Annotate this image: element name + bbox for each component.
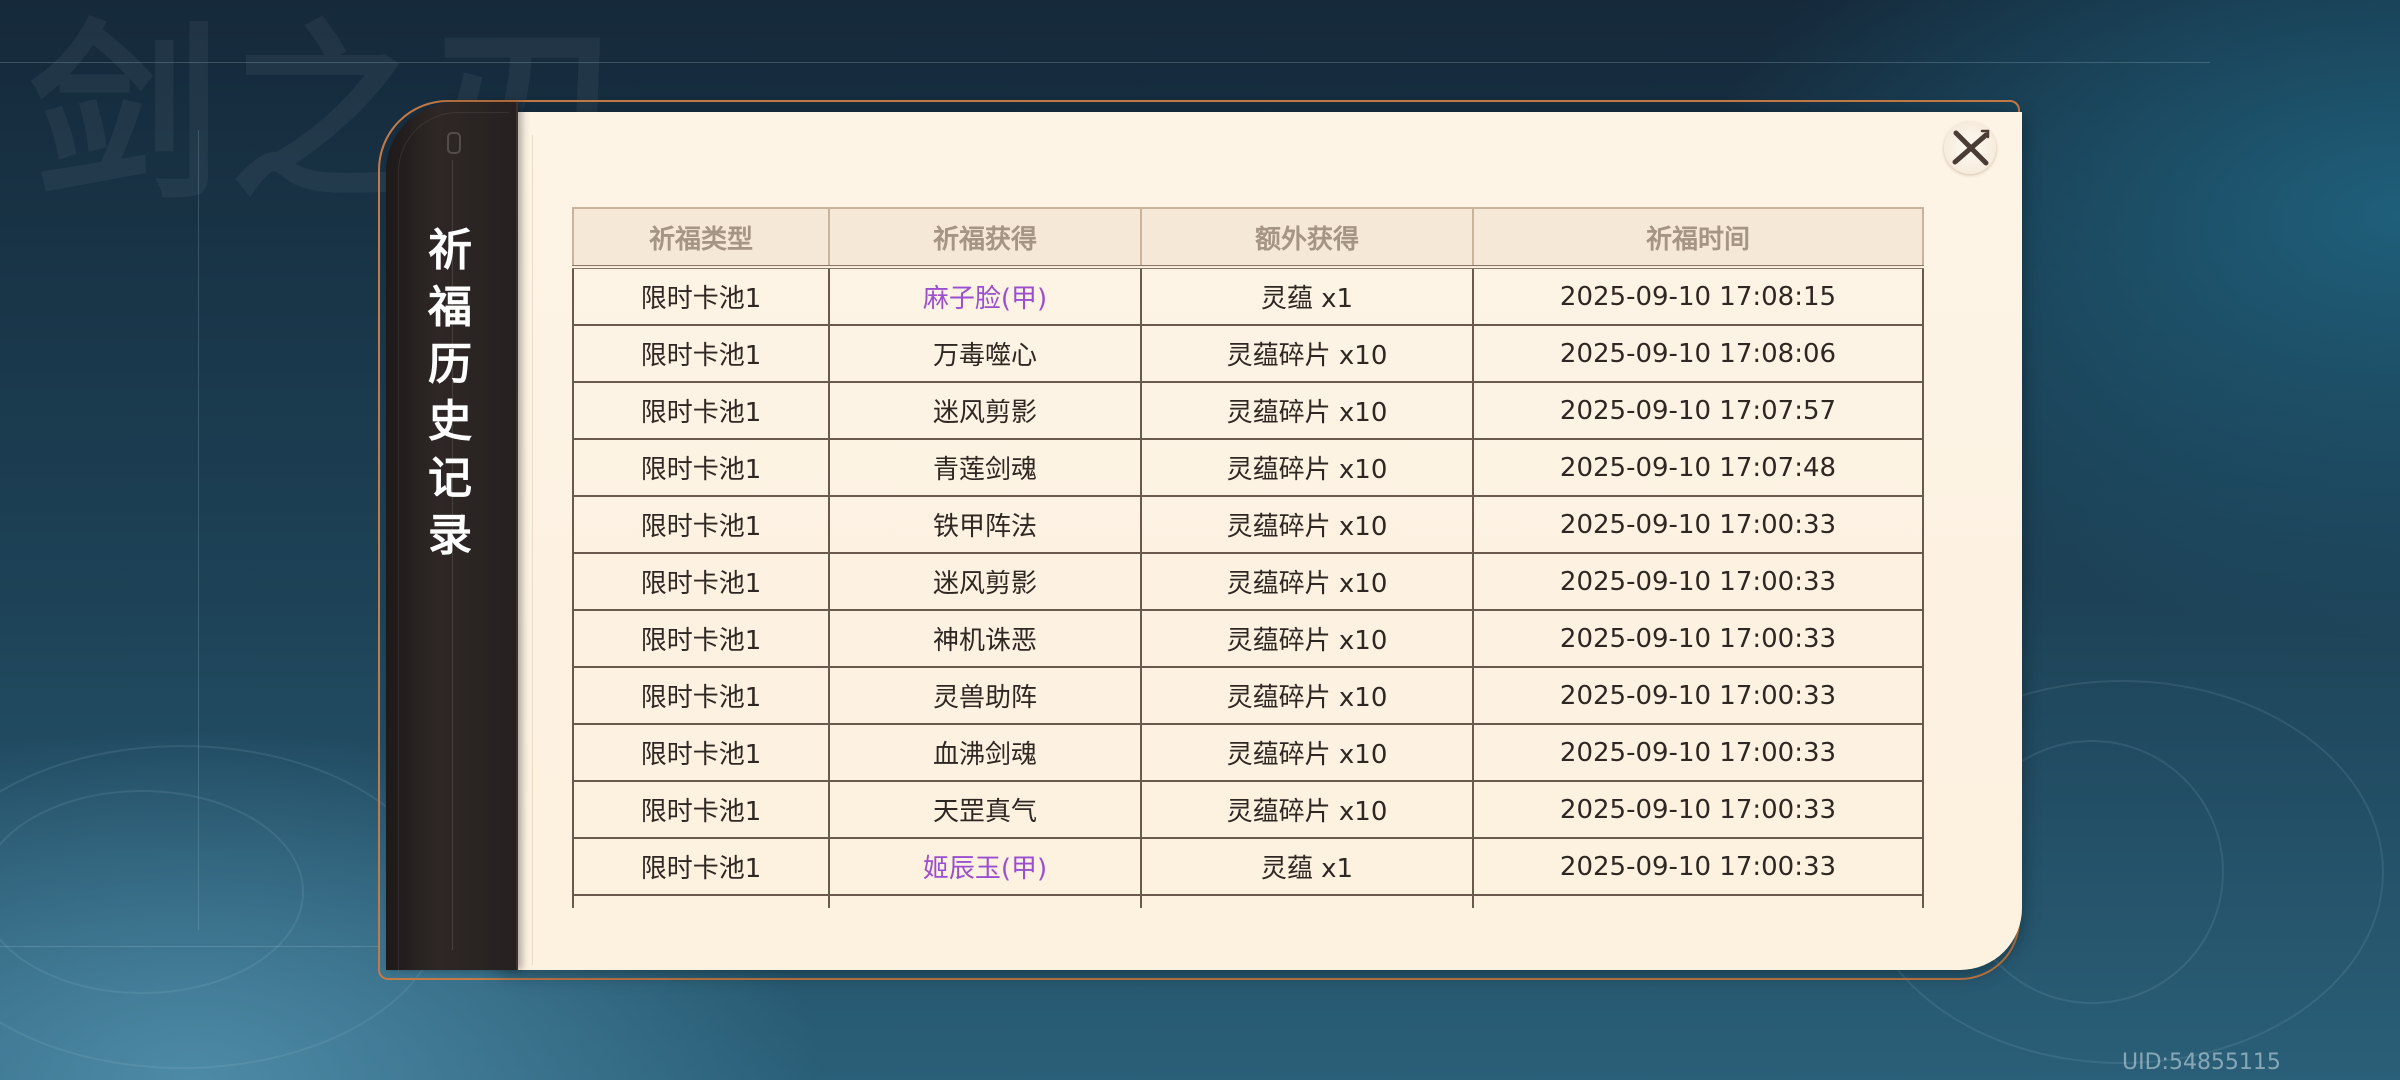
header-type: 祈福类型 xyxy=(572,207,830,269)
table-row-partial xyxy=(572,895,1924,908)
cell-extra: 灵蕴碎片 x10 xyxy=(1140,439,1474,497)
cell-obtained: 迷风剪影 xyxy=(828,382,1142,440)
cell-extra: 灵蕴碎片 x10 xyxy=(1140,496,1474,554)
cell-extra: 灵蕴碎片 x10 xyxy=(1140,382,1474,440)
cell-extra: 灵蕴碎片 x10 xyxy=(1140,667,1474,725)
cell-obtained: 迷风剪影 xyxy=(828,553,1142,611)
cell-type: 限时卡池1 xyxy=(572,610,830,668)
close-x-icon xyxy=(1952,129,1990,166)
header-extra: 额外获得 xyxy=(1140,207,1474,269)
cell-type: 限时卡池1 xyxy=(572,267,830,326)
cell-time: 2025-09-10 17:00:33 xyxy=(1472,781,1924,839)
cell-extra: 灵蕴碎片 x10 xyxy=(1140,610,1474,668)
table-row: 限时卡池1 迷风剪影 灵蕴碎片 x10 2025-09-10 17:00:33 xyxy=(572,553,1924,611)
close-button[interactable] xyxy=(1944,122,1996,174)
cell-type: 限时卡池1 xyxy=(572,496,830,554)
cell-time: 2025-09-10 17:07:48 xyxy=(1472,439,1924,497)
cell-obtained: 万毒噬心 xyxy=(828,325,1142,383)
cell-extra: 灵蕴碎片 x10 xyxy=(1140,325,1474,383)
header-obtained: 祈福获得 xyxy=(828,207,1142,269)
cell-obtained: 姬辰玉(甲) xyxy=(828,838,1142,896)
cell-time: 2025-09-10 17:00:33 xyxy=(1472,838,1924,896)
table-row: 限时卡池1 天罡真气 灵蕴碎片 x10 2025-09-10 17:00:33 xyxy=(572,781,1924,839)
table-row: 限时卡池1 灵兽助阵 灵蕴碎片 x10 2025-09-10 17:00:33 xyxy=(572,667,1924,725)
cell-empty xyxy=(828,895,1142,908)
table-row: 限时卡池1 迷风剪影 灵蕴碎片 x10 2025-09-10 17:07:57 xyxy=(572,382,1924,440)
table-row: 限时卡池1 神机诛恶 灵蕴碎片 x10 2025-09-10 17:00:33 xyxy=(572,610,1924,668)
cell-type: 限时卡池1 xyxy=(572,781,830,839)
cell-empty xyxy=(1472,895,1924,908)
cell-time: 2025-09-10 17:07:57 xyxy=(1472,382,1924,440)
cell-extra: 灵蕴 x1 xyxy=(1140,838,1474,896)
cell-time: 2025-09-10 17:08:06 xyxy=(1472,325,1924,383)
cell-extra: 灵蕴碎片 x10 xyxy=(1140,724,1474,782)
cell-obtained: 血沸剑魂 xyxy=(828,724,1142,782)
cell-time: 2025-09-10 17:00:33 xyxy=(1472,553,1924,611)
cell-obtained: 神机诛恶 xyxy=(828,610,1142,668)
header-time: 祈福时间 xyxy=(1472,207,1924,269)
cell-type: 限时卡池1 xyxy=(572,325,830,383)
cell-type: 限时卡池1 xyxy=(572,667,830,725)
cell-type: 限时卡池1 xyxy=(572,838,830,896)
history-table: 祈福类型 祈福获得 额外获得 祈福时间 限时卡池1 麻子脸(甲) 灵蕴 x1 2… xyxy=(572,207,1924,908)
cell-time: 2025-09-10 17:08:15 xyxy=(1472,267,1924,326)
cell-type: 限时卡池1 xyxy=(572,439,830,497)
cell-extra: 灵蕴碎片 x10 xyxy=(1140,553,1474,611)
cell-empty xyxy=(572,895,830,908)
cell-type: 限时卡池1 xyxy=(572,724,830,782)
cell-obtained: 天罡真气 xyxy=(828,781,1142,839)
cell-time: 2025-09-10 17:00:33 xyxy=(1472,667,1924,725)
table-row: 限时卡池1 血沸剑魂 灵蕴碎片 x10 2025-09-10 17:00:33 xyxy=(572,724,1924,782)
cell-obtained: 铁甲阵法 xyxy=(828,496,1142,554)
user-uid: UID:54855115 xyxy=(2122,1050,2281,1075)
cell-time: 2025-09-10 17:00:33 xyxy=(1472,610,1924,668)
dialog-title: 祈福历史记录 xyxy=(428,225,472,561)
background-line xyxy=(0,62,2210,63)
cell-time: 2025-09-10 17:00:33 xyxy=(1472,724,1924,782)
table-row: 限时卡池1 姬辰玉(甲) 灵蕴 x1 2025-09-10 17:00:33 xyxy=(572,838,1924,896)
table-row: 限时卡池1 麻子脸(甲) 灵蕴 x1 2025-09-10 17:08:15 xyxy=(572,267,1924,326)
cell-type: 限时卡池1 xyxy=(572,553,830,611)
cell-obtained: 青莲剑魂 xyxy=(828,439,1142,497)
table-row: 限时卡池1 铁甲阵法 灵蕴碎片 x10 2025-09-10 17:00:33 xyxy=(572,496,1924,554)
cell-extra: 灵蕴 x1 xyxy=(1140,267,1474,326)
cell-extra: 灵蕴碎片 x10 xyxy=(1140,781,1474,839)
table-row: 限时卡池1 万毒噬心 灵蕴碎片 x10 2025-09-10 17:08:06 xyxy=(572,325,1924,383)
cell-obtained: 麻子脸(甲) xyxy=(828,267,1142,326)
cell-empty xyxy=(1140,895,1474,908)
cell-time: 2025-09-10 17:00:33 xyxy=(1472,496,1924,554)
table-row: 限时卡池1 青莲剑魂 灵蕴碎片 x10 2025-09-10 17:07:48 xyxy=(572,439,1924,497)
cell-obtained: 灵兽助阵 xyxy=(828,667,1142,725)
dialog-inner-line xyxy=(532,135,533,965)
cell-type: 限时卡池1 xyxy=(572,382,830,440)
title-tab-knob xyxy=(447,132,461,154)
table-header-row: 祈福类型 祈福获得 额外获得 祈福时间 xyxy=(572,207,1924,269)
